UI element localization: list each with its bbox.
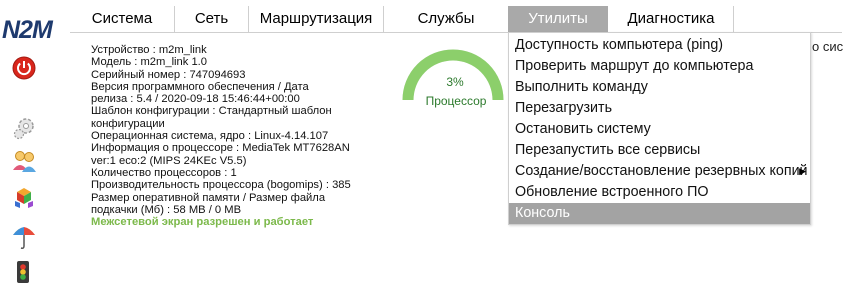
dropdown-item-console[interactable]: Консоль (509, 203, 810, 224)
info-firmware-version: Версия программного обеспечения / Дата (91, 80, 309, 93)
device-info: Устройство : m2m_link Модель : m2m_link … (91, 44, 401, 228)
submenu-arrow-icon: ▶ (799, 166, 806, 176)
info-os-kernel: Операционная система, ядро : Linux-4.14.… (91, 130, 329, 143)
info-cpu: Информация о процессоре : MediaTek MT762… (91, 142, 350, 155)
info-serial: Серийный номер : 747094693 (91, 68, 246, 81)
dropdown-item-restart-services[interactable]: Перезапустить все сервисы (509, 140, 810, 161)
menu-services[interactable]: Службы (384, 6, 509, 32)
power-icon[interactable] (11, 55, 37, 81)
info-device: Устройство : m2m_link (91, 44, 207, 56)
utilities-dropdown: Доступность компьютера (ping) Проверить … (508, 32, 811, 225)
menu-network[interactable]: Сеть (175, 6, 249, 32)
dropdown-item-firmware-update[interactable]: Обновление встроенного ПО (509, 182, 810, 203)
dropdown-item-traceroute[interactable]: Проверить маршрут до компьютера (509, 56, 810, 77)
dropdown-item-run-command[interactable]: Выполнить команду (509, 77, 810, 98)
info-memory-cont: подкачки (Мб) : 58 MB / 0 MB (91, 203, 242, 216)
cpu-gauge-label: Процессор (425, 94, 487, 108)
info-firmware-date: релиза : 5.4 / 2020-09-18 15:46:44+00:00 (91, 93, 300, 106)
info-config-template: Шаблон конфигурации : Стандартный шаблон (91, 105, 332, 118)
n2m-logo: N2M (2, 16, 53, 44)
info-memory: Размер оперативной памяти / Размер файла (91, 191, 326, 204)
menu-utilities[interactable]: Утилиты (508, 6, 608, 32)
info-bogomips: Производительность процессора (bogomips)… (91, 179, 351, 192)
info-cpu-cont: ver:1 eco:2 (MIPS 24KEc V5.5) (91, 154, 247, 167)
menu-routing[interactable]: Маршрутизация (249, 6, 384, 32)
settings-gear-icon[interactable] (11, 115, 37, 141)
info-cpu-count: Количество процессоров : 1 (91, 166, 237, 179)
umbrella-icon[interactable] (11, 222, 37, 249)
dropdown-item-reboot[interactable]: Перезагрузить (509, 98, 810, 119)
dropdown-item-backup-restore-label: Создание/восстановление резервных копий (515, 163, 808, 179)
info-config-template-cont: конфигурации (91, 117, 165, 130)
menu-diagnostics[interactable]: Диагностика (609, 6, 734, 32)
menu-system[interactable]: Система (70, 6, 175, 32)
dropdown-item-backup-restore[interactable]: Создание/восстановление резервных копий … (509, 161, 810, 182)
cpu-gauge-value: 3% (446, 75, 464, 89)
traffic-light-icon[interactable] (14, 259, 32, 285)
dropdown-item-shutdown[interactable]: Остановить систему (509, 119, 810, 140)
firewall-status: Межсетевой экран разрешен и работает (91, 216, 314, 229)
packages-cubes-icon[interactable] (11, 185, 37, 211)
partial-text: о сис (812, 39, 844, 54)
main-menu-bar: Система Сеть Маршрутизация Службы Утилит… (70, 6, 842, 33)
dropdown-item-ping[interactable]: Доступность компьютера (ping) (509, 35, 810, 56)
info-model: Модель : m2m_link 1.0 (91, 56, 208, 69)
users-icon[interactable] (11, 148, 37, 174)
